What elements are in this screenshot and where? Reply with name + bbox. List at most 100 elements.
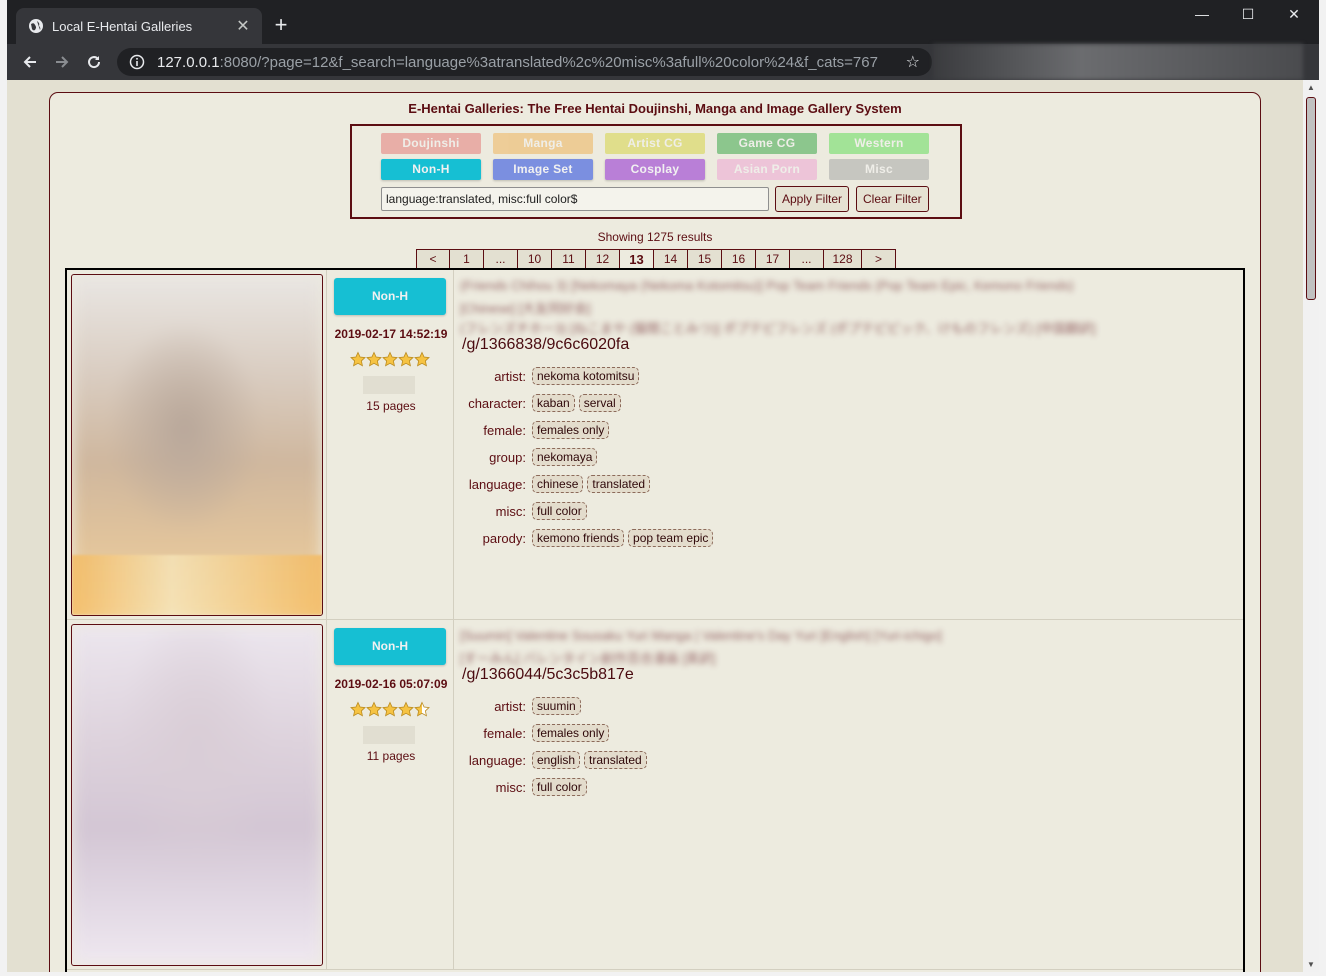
tag-namespace: language: xyxy=(468,476,526,492)
category-cosplay-button[interactable]: Cosplay xyxy=(605,159,705,180)
page-link[interactable]: 10 xyxy=(518,249,552,270)
gallery-info-cell: (Friends Chihou 3) [Nekomaya (Nekoma Kot… xyxy=(455,270,1243,619)
page-count: 15 pages xyxy=(366,399,416,413)
category-manga-button[interactable]: Manga xyxy=(493,133,593,154)
tag[interactable]: kaban xyxy=(532,394,575,412)
category-label[interactable]: Non-H xyxy=(334,278,446,315)
tag[interactable]: chinese xyxy=(532,475,584,493)
tag-row-language: language: chinese translated xyxy=(455,474,654,494)
clear-filter-button[interactable]: Clear Filter xyxy=(856,186,929,212)
scrollbar-thumb[interactable] xyxy=(1306,97,1316,300)
address-bar[interactable]: 127.0.0.1:8080/?page=12&f_search=languag… xyxy=(117,48,932,76)
tag[interactable]: females only xyxy=(532,421,610,439)
tag[interactable]: nekoma kotomitsu xyxy=(532,367,640,385)
tag-namespace: group: xyxy=(489,449,526,465)
page-link[interactable]: 12 xyxy=(586,249,620,270)
page-link[interactable]: 1 xyxy=(450,249,484,270)
tag-row-misc: misc: full color xyxy=(455,501,591,521)
tag[interactable]: kemono friends xyxy=(532,529,625,547)
uploader-placeholder xyxy=(363,726,415,744)
tag-row-language: language: english translated xyxy=(455,750,651,770)
page-scrollbar[interactable]: ▲ ▼ xyxy=(1303,80,1319,972)
gallery-thumbnail[interactable] xyxy=(71,624,323,966)
category-artist-cg-button[interactable]: Artist CG xyxy=(605,133,705,154)
tag[interactable]: full color xyxy=(532,502,587,520)
main-container: E-Hentai Galleries: The Free Hentai Douj… xyxy=(49,92,1261,972)
thumbnail-cell xyxy=(67,270,327,619)
category-game-cg-button[interactable]: Game CG xyxy=(717,133,817,154)
tab-close-icon[interactable]: ✕ xyxy=(234,16,252,36)
category-misc-button[interactable]: Misc xyxy=(829,159,929,180)
reload-icon[interactable] xyxy=(82,50,106,74)
back-arrow-icon[interactable] xyxy=(18,50,42,74)
category-doujinshi-button[interactable]: Doujinshi xyxy=(381,133,481,154)
gallery-link[interactable]: /g/1366044/5c3c5b817e xyxy=(462,666,634,684)
page-link[interactable]: ... xyxy=(790,249,824,270)
gallery-title-jp[interactable]: [すーみん] バレンタイン創作百合漫画 [英訳] xyxy=(460,648,716,667)
page-link[interactable]: 13 xyxy=(620,249,654,270)
page-link[interactable]: 15 xyxy=(688,249,722,270)
tag[interactable]: females only xyxy=(532,724,610,742)
window-close-button[interactable]: ✕ xyxy=(1279,6,1309,23)
uploader-placeholder xyxy=(363,376,415,394)
thumbnail-cell xyxy=(67,620,327,969)
star-half-icon xyxy=(414,701,430,717)
page-link[interactable]: ... xyxy=(484,249,518,270)
tag-row-female: female: females only xyxy=(455,420,613,440)
site-info-icon[interactable] xyxy=(129,54,145,70)
gallery-title-jp[interactable]: (フレンズチホー3) [ねこまや (猫間ことみつ)] ポプテピフレンズ (ポプテ… xyxy=(460,318,1096,337)
page-link[interactable]: 128 xyxy=(824,249,862,270)
tag[interactable]: pop team epic xyxy=(628,529,714,547)
scroll-up-icon[interactable]: ▲ xyxy=(1303,83,1319,92)
gallery-meta-cell: Non-H 2019-02-16 05:07:09 11 pages xyxy=(328,620,454,969)
tag[interactable]: nekomaya xyxy=(532,448,598,466)
page-link[interactable]: 17 xyxy=(756,249,790,270)
pagination: <1... 10 11 12 13 14 15 16 17... 128 > xyxy=(416,249,896,270)
forward-arrow-icon[interactable] xyxy=(50,50,74,74)
next-page-button[interactable]: > xyxy=(862,249,896,270)
star-full-icon xyxy=(366,701,382,717)
url-path: :8080/?page=12&f_search=language%3atrans… xyxy=(219,53,878,71)
tag[interactable]: serval xyxy=(578,394,621,412)
category-western-button[interactable]: Western xyxy=(829,133,929,154)
gallery-title[interactable]: [Suumin] Valentine Sousaku Yuri Manga | … xyxy=(460,628,942,643)
gallery-link[interactable]: /g/1366838/9c6c6020fa xyxy=(462,336,629,354)
page-link[interactable]: 11 xyxy=(552,249,586,270)
browser-tab[interactable]: Local E-Hentai Galleries ✕ xyxy=(16,8,262,44)
prev-page-button[interactable]: < xyxy=(416,249,450,270)
page-link[interactable]: 16 xyxy=(722,249,756,270)
scroll-down-icon[interactable]: ▼ xyxy=(1303,960,1319,969)
posted-date: 2019-02-16 05:07:09 xyxy=(334,677,448,691)
tab-strip: Local E-Hentai Galleries ✕ + — ☐ ✕ xyxy=(7,0,1319,44)
minimize-button[interactable]: — xyxy=(1187,6,1217,22)
new-tab-button[interactable]: + xyxy=(269,14,293,36)
category-non-h-button[interactable]: Non-H xyxy=(381,159,481,180)
tag[interactable]: translated xyxy=(584,751,647,769)
search-input[interactable]: language:translated, misc:full color$ xyxy=(381,187,769,211)
star-full-icon xyxy=(350,351,366,367)
tag-row-misc: misc: full color xyxy=(455,777,591,797)
page-link[interactable]: 14 xyxy=(654,249,688,270)
gallery-list: Non-H 2019-02-17 14:52:19 15 pages (Frie… xyxy=(65,268,1245,972)
tag[interactable]: english xyxy=(532,751,581,769)
star-full-icon xyxy=(398,351,414,367)
tag-namespace: female: xyxy=(483,422,526,438)
gallery-thumbnail[interactable] xyxy=(71,274,323,616)
apply-filter-button[interactable]: Apply Filter xyxy=(775,186,850,212)
tag-namespace: female: xyxy=(483,725,526,741)
gallery-title-line2[interactable]: [Chinese] [大友同好会] xyxy=(460,298,591,317)
browser-window: Local E-Hentai Galleries ✕ + — ☐ ✕ 127.0… xyxy=(7,0,1319,972)
tag[interactable]: suumin xyxy=(532,697,581,715)
category-asian-porn-button[interactable]: Asian Porn xyxy=(717,159,817,180)
tag[interactable]: full color xyxy=(532,778,587,796)
tag[interactable]: translated xyxy=(587,475,651,493)
category-image-set-button[interactable]: Image Set xyxy=(493,159,593,180)
maximize-button[interactable]: ☐ xyxy=(1233,6,1263,23)
gallery-title[interactable]: (Friends Chihou 3) [Nekomaya (Nekoma Kot… xyxy=(460,278,1074,293)
tag-row-parody: parody: kemono friends pop team epic xyxy=(455,528,717,548)
search-filter-box: Doujinshi Manga Artist CG Game CG Wester… xyxy=(350,124,962,219)
category-label[interactable]: Non-H xyxy=(334,628,446,665)
page-count: 11 pages xyxy=(366,749,416,763)
extensions-area xyxy=(933,44,1303,80)
bookmark-star-icon[interactable]: ☆ xyxy=(906,52,920,72)
